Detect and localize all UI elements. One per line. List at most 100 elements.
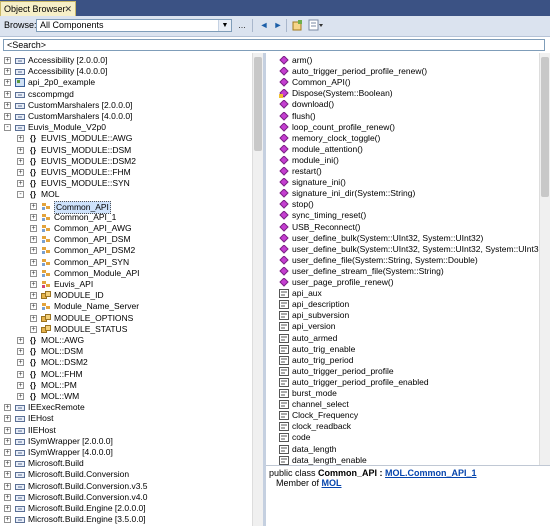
member-item[interactable]: stop() (266, 199, 538, 210)
expand-icon[interactable]: + (4, 505, 11, 512)
expand-icon[interactable]: + (17, 146, 24, 154)
member-item[interactable]: user_define_bulk(System::UInt32, System:… (266, 233, 538, 244)
member-item[interactable]: signature_ini_dir(System::String) (266, 188, 538, 199)
member-item[interactable]: api_aux (266, 288, 538, 299)
expand-icon[interactable]: + (30, 225, 37, 232)
tree-node[interactable]: + Accessibility [2.0.0.0] (0, 55, 250, 66)
member-item[interactable]: api_version (266, 321, 538, 332)
members-scrollbar[interactable] (539, 53, 550, 465)
tree-node[interactable]: + Common_API_1 (0, 212, 250, 223)
expand-icon[interactable]: + (4, 68, 11, 76)
expand-icon[interactable]: + (17, 348, 24, 356)
expand-icon[interactable]: + (17, 370, 24, 378)
member-item[interactable]: user_page_profile_renew() (266, 277, 538, 288)
tree-node[interactable]: + IIEHost (0, 425, 250, 436)
tree-node[interactable]: + Common_API_DSM (0, 234, 250, 245)
tree-node[interactable]: + Microsoft.Build.Conversion.v4.0 (0, 492, 250, 503)
expand-icon[interactable]: + (30, 292, 37, 300)
expand-icon[interactable]: + (30, 236, 37, 244)
expand-icon[interactable]: + (4, 449, 11, 456)
member-item[interactable]: auto_trigger_period_profile_enabled (266, 377, 538, 388)
member-item[interactable]: auto_trig_period (266, 355, 538, 366)
member-item[interactable]: flush() (266, 111, 538, 122)
tree-node[interactable]: + IEExecRemote (0, 402, 250, 413)
expand-icon[interactable]: + (4, 437, 11, 445)
back-arrow-icon[interactable]: ◄ (258, 19, 270, 32)
member-item[interactable]: api_description (266, 299, 538, 310)
expand-icon[interactable]: + (4, 493, 11, 501)
tree-node[interactable]: + Common_API (0, 200, 250, 214)
base-class-link[interactable]: MOL.Common_API_1 (385, 468, 477, 478)
tree-node[interactable]: + Microsoft.Build.Engine [2.0.0.0] (0, 503, 250, 514)
collapse-icon[interactable]: - (4, 124, 11, 132)
expand-icon[interactable]: + (30, 281, 37, 288)
expand-icon[interactable]: + (4, 482, 11, 490)
tree-node[interactable]: + Accessibility [4.0.0.0] (0, 66, 250, 77)
tree-node[interactable]: + {} EUVIS_MODULE::AWG (0, 133, 250, 144)
add-reference-icon[interactable] (291, 19, 305, 32)
tree-node[interactable]: + {} EUVIS_MODULE::FHM (0, 167, 250, 178)
tree-node[interactable]: + MODULE_STATUS (0, 324, 250, 335)
expand-icon[interactable]: + (4, 101, 11, 109)
tree-node[interactable]: + ISymWrapper [2.0.0.0] (0, 436, 250, 447)
tree-node[interactable]: + api_2p0_example (0, 77, 250, 88)
expand-icon[interactable]: + (17, 381, 24, 389)
tree-scroll-thumb[interactable] (254, 57, 262, 151)
member-item[interactable]: module_attention() (266, 144, 538, 155)
member-item[interactable]: sync_timing_reset() (266, 210, 538, 221)
expand-icon[interactable]: + (30, 247, 37, 255)
expand-icon[interactable]: + (30, 258, 37, 266)
tree-node[interactable]: + Microsoft.Build (0, 458, 250, 469)
tree-node[interactable]: + MODULE_ID (0, 290, 250, 301)
member-item[interactable]: user_define_bulk(System::UInt32, System:… (266, 244, 546, 255)
tree-node[interactable]: + Microsoft.Build.Conversion.v3.5 (0, 481, 250, 492)
member-item[interactable]: user_define_stream_file(System::String) (266, 266, 538, 277)
tree-node[interactable]: + cscompmgd (0, 89, 250, 100)
expand-icon[interactable]: + (4, 113, 11, 120)
tree-node[interactable]: + ISymWrapper [4.0.0.0] (0, 447, 250, 458)
tree-node[interactable]: + Common_API_DSM2 (0, 245, 250, 256)
tree-node[interactable]: + Microsoft.Build.Conversion (0, 469, 250, 480)
tree-node[interactable]: + {} MOL::FHM (0, 369, 250, 380)
member-item[interactable]: Dispose(System::Boolean) (266, 88, 538, 99)
close-icon[interactable]: ✕ (64, 2, 72, 16)
tree-node[interactable]: + {} MOL::WM (0, 391, 250, 402)
member-item[interactable]: download() (266, 99, 538, 110)
expand-icon[interactable]: + (30, 303, 37, 311)
member-item[interactable]: arm() (266, 55, 538, 66)
member-item[interactable]: auto_armed (266, 333, 538, 344)
tree-node[interactable]: + CustomMarshalers [4.0.0.0] (0, 111, 250, 122)
forward-arrow-icon[interactable]: ► (272, 19, 284, 32)
member-item[interactable]: auto_trig_enable (266, 344, 538, 355)
member-item[interactable]: USB_Reconnect() (266, 222, 538, 233)
expand-icon[interactable]: + (4, 415, 11, 423)
tree-node[interactable]: + {} MOL::DSM2 (0, 357, 250, 368)
tree-node[interactable]: + IEHost (0, 413, 250, 424)
expand-icon[interactable]: + (17, 180, 24, 188)
tree-node[interactable]: + CustomMarshalers [2.0.0.0] (0, 100, 250, 111)
member-item[interactable]: data_length_enable (266, 455, 538, 465)
namespace-link[interactable]: MOL (322, 478, 342, 488)
tree-node[interactable]: + Microsoft.Build.Engine [3.5.0.0] (0, 514, 250, 525)
settings-dropdown-icon[interactable] (307, 19, 325, 32)
tree-node[interactable]: + {} MOL::AWG (0, 335, 250, 346)
member-item[interactable]: Common_API() (266, 77, 538, 88)
member-item[interactable]: user_define_file(System::String, System:… (266, 255, 538, 266)
expand-icon[interactable]: + (4, 79, 11, 87)
expand-icon[interactable]: + (4, 516, 11, 524)
member-item[interactable]: channel_select (266, 399, 538, 410)
tree-node[interactable]: + {} EUVIS_MODULE::DSM2 (0, 156, 250, 167)
tree-node[interactable]: -{} MOL (0, 189, 250, 200)
members-scroll-thumb[interactable] (541, 57, 549, 197)
expand-icon[interactable]: + (17, 169, 24, 176)
member-item[interactable]: loop_count_profile_renew() (266, 122, 538, 133)
member-item[interactable]: Clock_Frequency (266, 410, 538, 421)
member-item[interactable]: burst_mode (266, 388, 538, 399)
member-item[interactable]: signature_ini() (266, 177, 538, 188)
member-item[interactable]: module_ini() (266, 155, 538, 166)
tree-node[interactable]: + {} EUVIS_MODULE::SYN (0, 178, 250, 189)
expand-icon[interactable]: + (17, 337, 24, 344)
expand-icon[interactable]: + (4, 471, 11, 479)
expand-icon[interactable]: + (30, 325, 37, 333)
member-item[interactable]: api_subversion (266, 310, 538, 321)
